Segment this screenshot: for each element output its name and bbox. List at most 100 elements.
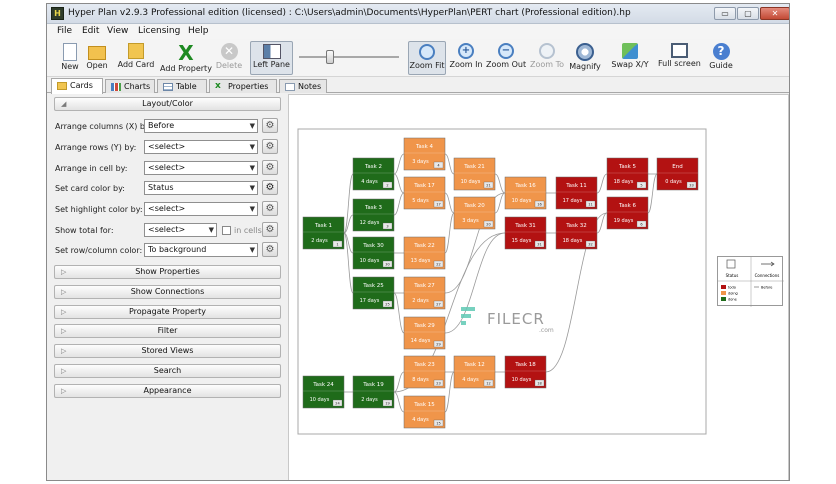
tab-charts[interactable]: Charts bbox=[105, 79, 155, 93]
card-title: Task 25 bbox=[362, 283, 384, 289]
arrange-in-cell-settings[interactable]: ⚙ bbox=[262, 160, 278, 175]
task-card[interactable]: Task 2 4 days 2 bbox=[352, 157, 395, 191]
show-total-settings[interactable]: ⚙ bbox=[262, 222, 278, 237]
task-card[interactable]: Task 43 days4 bbox=[403, 137, 446, 171]
watermark-suffix: .com bbox=[539, 327, 554, 334]
card-color-select[interactable]: Status ▼ bbox=[144, 181, 258, 195]
stored-views-section[interactable]: ▷ Stored Views bbox=[54, 344, 281, 358]
arrange-rows-select[interactable]: <select> ▼ bbox=[144, 140, 258, 154]
task-card[interactable]: Task 19 2 days 19 bbox=[352, 375, 395, 409]
card-duration: 10 days bbox=[310, 397, 330, 403]
show-total-select[interactable]: <select> ▼ bbox=[144, 223, 217, 237]
show-properties-section[interactable]: ▷ Show Properties bbox=[54, 265, 281, 279]
zoom-out-button[interactable]: − Zoom Out bbox=[486, 41, 526, 75]
arrange-columns-settings[interactable]: ⚙ bbox=[262, 118, 278, 133]
task-card[interactable]: Task 32 18 days 32 bbox=[555, 216, 598, 250]
task-card[interactable]: Task 16 10 days 16 bbox=[504, 176, 547, 210]
card-title: Task 21 bbox=[463, 164, 485, 170]
arrange-in-cell-select[interactable]: <select> ▼ bbox=[144, 161, 258, 175]
collapsed-arrow-icon: ▷ bbox=[61, 308, 67, 316]
highlight-color-select[interactable]: <select> ▼ bbox=[144, 202, 258, 216]
add-card-button[interactable]: Add Card bbox=[117, 41, 155, 75]
zoom-slider-track[interactable] bbox=[299, 56, 399, 58]
task-card[interactable]: Task 18 10 days 18 bbox=[504, 355, 547, 389]
in-cells-checkbox[interactable] bbox=[222, 226, 231, 235]
card-badge-number: 32 bbox=[588, 243, 592, 247]
task-card[interactable]: Task 11 17 days 11 bbox=[555, 176, 598, 210]
add-property-button[interactable]: X Add Property bbox=[160, 41, 212, 75]
title-bar[interactable]: H Hyper Plan v2.9.3 Professional edition… bbox=[47, 4, 789, 24]
open-button[interactable]: Open bbox=[85, 41, 109, 75]
task-card[interactable]: Task 12 4 days 12 bbox=[453, 355, 496, 389]
new-button[interactable]: New bbox=[57, 41, 83, 75]
task-card[interactable]: Task 17 5 days 17 bbox=[403, 176, 446, 210]
menu-bar: File Edit View Licensing Help bbox=[47, 24, 789, 39]
help-icon: ? bbox=[712, 43, 730, 60]
card-color-settings[interactable]: ⚙ bbox=[262, 180, 278, 195]
zoom-slider-thumb[interactable] bbox=[326, 50, 334, 64]
task-card[interactable]: Task 21 10 days 21 bbox=[453, 157, 496, 191]
zoom-out-label: Zoom Out bbox=[486, 60, 527, 69]
tab-cards[interactable]: Cards bbox=[51, 78, 103, 94]
row-column-color-settings[interactable]: ⚙ bbox=[262, 242, 278, 257]
task-card[interactable]: Task 3 12 days 3 bbox=[352, 198, 395, 232]
search-section[interactable]: ▷ Search bbox=[54, 364, 281, 378]
task-card[interactable]: Task 25 17 days 25 bbox=[352, 276, 395, 310]
task-card[interactable]: Task 23 8 days 23 bbox=[403, 355, 446, 389]
pert-chart[interactable]: Task 12 days1Task 24 days2 Task 312 days3… bbox=[289, 95, 790, 481]
tab-table[interactable]: Table bbox=[157, 79, 207, 93]
close-button[interactable]: ✕ bbox=[760, 7, 789, 20]
in-cells-label: in cells bbox=[234, 226, 262, 235]
delete-button[interactable]: ✕ Delete bbox=[215, 41, 243, 75]
tab-properties[interactable]: x Properties bbox=[209, 79, 277, 93]
chart-canvas[interactable]: Task 12 days 1 Task 24 days 2 Task 3 12 days 3… bbox=[288, 94, 790, 481]
row-column-color-select[interactable]: To background ▼ bbox=[144, 243, 258, 257]
arrange-rows-settings[interactable]: ⚙ bbox=[262, 139, 278, 154]
highlight-color-settings[interactable]: ⚙ bbox=[262, 201, 278, 216]
minimize-button[interactable]: ▭ bbox=[714, 7, 736, 20]
task-card[interactable]: Task 29 14 days 29 bbox=[403, 316, 446, 350]
propagate-property-section[interactable]: ▷ Propagate Property bbox=[54, 305, 281, 319]
task-card[interactable]: Task 24 10 days 24 bbox=[302, 375, 345, 409]
zoom-in-button[interactable]: + Zoom In bbox=[449, 41, 483, 75]
task-card[interactable]: End 0 days 33 bbox=[656, 157, 699, 191]
layout-color-section[interactable]: ◢ Layout/Color bbox=[54, 97, 281, 111]
left-pane-button[interactable]: Left Pane bbox=[250, 41, 293, 75]
task-card[interactable]: Task 27 2 days 27 bbox=[403, 276, 446, 310]
menu-file[interactable]: File bbox=[57, 26, 72, 36]
menu-edit[interactable]: Edit bbox=[82, 26, 99, 36]
maximize-button[interactable]: ▢ bbox=[737, 7, 759, 20]
filter-section[interactable]: ▷ Filter bbox=[54, 324, 281, 338]
new-label: New bbox=[61, 62, 79, 71]
dropdown-arrow-icon: ▼ bbox=[249, 184, 255, 192]
appearance-section[interactable]: ▷ Appearance bbox=[54, 384, 281, 398]
zoom-fit-button[interactable]: Zoom Fit bbox=[408, 41, 446, 75]
task-card[interactable]: Task 6 19 days 6 bbox=[606, 196, 649, 230]
propagate-property-title: Propagate Property bbox=[128, 307, 207, 316]
card-title: Task 24 bbox=[312, 382, 334, 388]
guide-button[interactable]: ? Guide bbox=[707, 41, 735, 75]
arrange-columns-label: Arrange columns (X) by: bbox=[55, 122, 152, 131]
full-screen-button[interactable]: Full screen bbox=[658, 41, 701, 75]
task-card[interactable]: Task 30 10 days 30 bbox=[352, 236, 395, 270]
card-badge-number: 31 bbox=[537, 243, 541, 247]
arrange-columns-select[interactable]: Before ▼ bbox=[144, 119, 258, 133]
tab-notes[interactable]: Notes bbox=[279, 79, 327, 93]
task-card[interactable]: Task 15 4 days 15 bbox=[403, 395, 446, 429]
menu-view[interactable]: View bbox=[107, 26, 128, 36]
task-card[interactable]: Task 22 13 days 22 bbox=[403, 236, 446, 270]
menu-licensing[interactable]: Licensing bbox=[138, 26, 180, 36]
card-title: Task 6 bbox=[618, 203, 637, 209]
magnify-button[interactable]: Magnify bbox=[568, 41, 602, 75]
layout-color-title: Layout/Color bbox=[142, 99, 193, 108]
menu-help[interactable]: Help bbox=[188, 26, 209, 36]
task-card[interactable]: Task 31 15 days 31 bbox=[504, 216, 547, 250]
task-card[interactable]: Task 1 2 days 1 bbox=[302, 216, 345, 250]
swap-xy-button[interactable]: Swap X/Y bbox=[611, 41, 649, 75]
task-card[interactable]: Task 5 18 days 5 bbox=[606, 157, 649, 191]
task-card[interactable]: Task 20 3 days 20 bbox=[453, 196, 496, 230]
card-duration: 10 days bbox=[512, 377, 532, 383]
zoom-to-button[interactable]: Zoom To bbox=[529, 41, 565, 75]
collapsed-arrow-icon: ▷ bbox=[61, 327, 67, 335]
show-connections-section[interactable]: ▷ Show Connections bbox=[54, 285, 281, 299]
